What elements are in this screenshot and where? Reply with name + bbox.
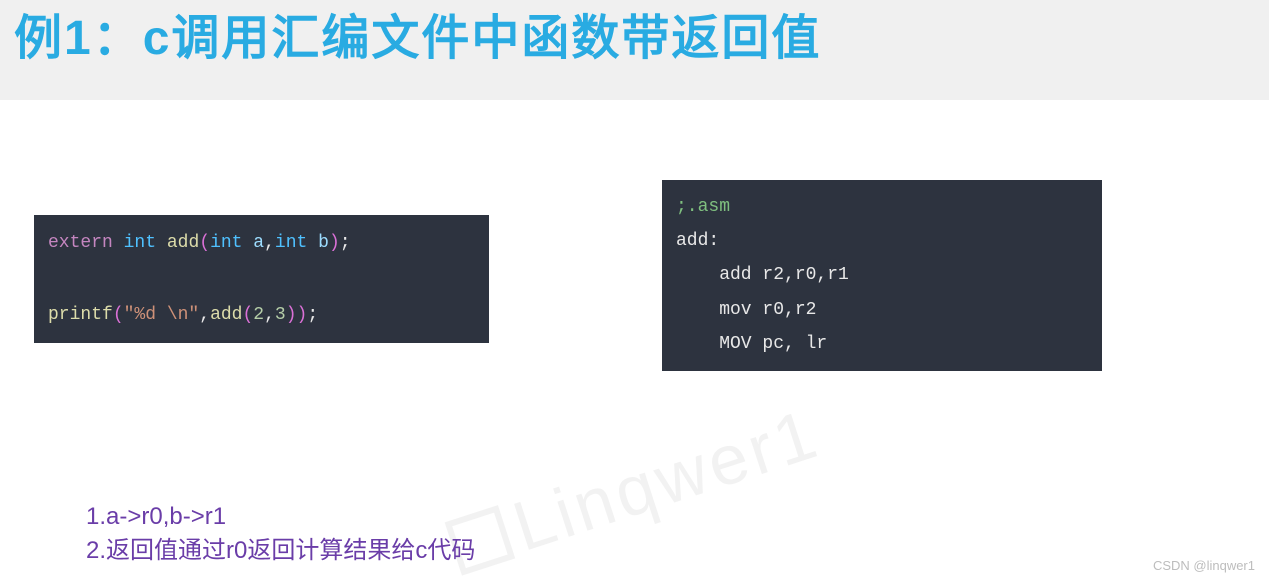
notes: 1.a->r0,b->r1 2.返回值通过r0返回计算结果给c代码 [86,500,475,567]
header-bar: 例1：c调用汇编文件中函数带返回值 [0,0,1269,100]
page-title: 例1：c调用汇编文件中函数带返回值 [14,10,1255,68]
code-block-asm: ;.asm add: add r2,r0,r1 mov r0,r2 MOV pc… [662,180,1102,371]
footer-credit: CSDN @linqwer1 [1153,558,1255,573]
code-block-c: extern int add(int a,int b); printf("%d … [34,215,489,343]
note-line-1: 1.a->r0,b->r1 [86,500,475,534]
watermark-text: Linqwer1 [503,393,828,567]
watermark: Linqwer1 [440,393,828,587]
note-line-2: 2.返回值通过r0返回计算结果给c代码 [86,534,475,568]
